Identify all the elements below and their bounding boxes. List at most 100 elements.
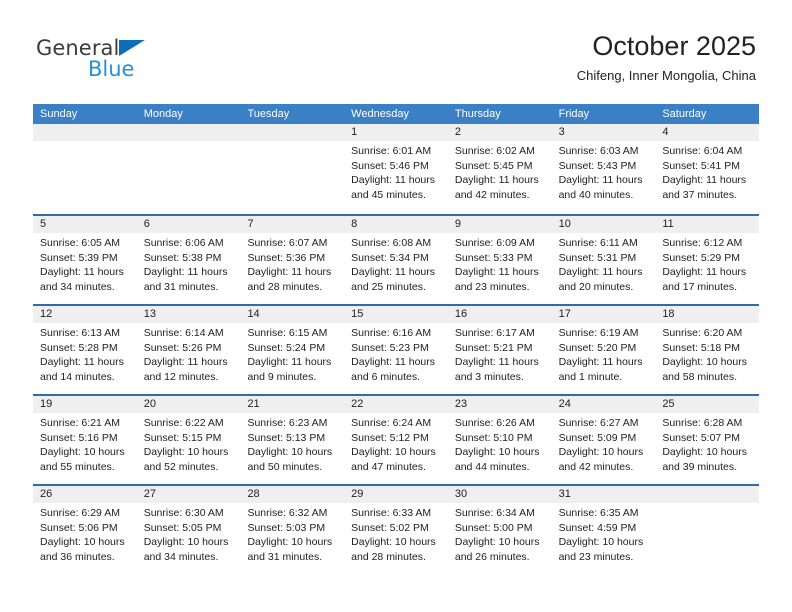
calendar-day-cell[interactable]: 28 Sunrise: 6:32 AM Sunset: 5:03 PM Dayligh… (240, 486, 345, 574)
calendar-day-cell[interactable]: 10 Sunrise: 6:11 AM Sunset: 5:31 PM Dayligh… (551, 216, 656, 304)
calendar-day-cell[interactable]: 6 Sunrise: 6:06 AM Sunset: 5:38 PM Daylight… (136, 216, 241, 304)
calendar-day-cell[interactable]: 21 Sunrise: 6:23 AM Sunset: 5:13 PM Dayligh… (240, 396, 345, 484)
day-detail-line: Daylight: 10 hours (351, 536, 436, 549)
day-detail-line: Sunrise: 6:08 AM (351, 237, 432, 249)
calendar-day-cell[interactable]: 22 Sunrise: 6:24 AM Sunset: 5:12 PM Dayligh… (344, 396, 448, 484)
day-number: 2 (447, 124, 552, 141)
day-detail-line: Sunrise: 6:19 AM (558, 327, 639, 339)
day-detail-line: and 17 minutes. (662, 280, 738, 293)
day-details: Sunrise: 6:23 AM Sunset: 5:13 PM Daylight:… (240, 413, 344, 474)
day-detail-line: Daylight: 11 hours (454, 174, 539, 187)
day-details: Sunrise: 6:34 AM Sunset: 5:00 PM Daylight:… (448, 503, 552, 564)
calendar-day-cell[interactable]: 14 Sunrise: 6:15 AM Sunset: 5:24 PM Dayligh… (240, 306, 345, 394)
calendar-day-cell[interactable]: 7 Sunrise: 6:07 AM Sunset: 5:36 PM Daylight… (240, 216, 345, 304)
day-number: 12 (33, 306, 137, 323)
calendar-day-cell[interactable]: 16 Sunrise: 6:17 AM Sunset: 5:21 PM Dayligh… (447, 306, 552, 394)
weekday-header-row: Sunday Monday Tuesday Wednesday Thursday Frid… (33, 104, 759, 124)
calendar-day-cell[interactable]: 25 Sunrise: 6:28 AM Sunset: 5:07 PM Dayligh… (655, 396, 760, 484)
calendar-day-cell[interactable]: 11 Sunrise: 6:12 AM Sunset: 5:29 PM Dayligh… (655, 216, 760, 304)
calendar-day-cell[interactable]: 29 Sunrise: 6:33 AM Sunset: 5:02 PM Dayligh… (344, 486, 448, 574)
day-details: Sunrise: 6:35 AM Sunset: 4:59 PM Daylight:… (552, 503, 656, 564)
day-number: 18 (655, 306, 760, 323)
calendar-day-cell[interactable]: 18 Sunrise: 6:20 AM Sunset: 5:18 PM Dayligh… (655, 306, 760, 394)
day-detail-line: Daylight: 11 hours (247, 356, 332, 369)
calendar-day-cell[interactable]: 8 Sunrise: 6:08 AM Sunset: 5:34 PM Daylight… (344, 216, 448, 304)
day-detail-line: and 34 minutes. (40, 280, 115, 293)
day-detail-line: and 39 minutes. (662, 460, 738, 473)
day-detail-line: Sunset: 5:33 PM (454, 251, 533, 264)
day-number (33, 124, 137, 141)
calendar-page: General Blue October 2025 Chifeng, Inner… (0, 0, 792, 612)
day-detail-line: Sunrise: 6:11 AM (558, 237, 638, 249)
day-detail-line: Daylight: 10 hours (454, 446, 540, 459)
day-details (137, 141, 241, 144)
day-detail-line: Sunset: 5:10 PM (454, 431, 533, 444)
calendar-day-cell[interactable]: 13 Sunrise: 6:14 AM Sunset: 5:26 PM Dayligh… (136, 306, 241, 394)
calendar-week-row: 1 Sunrise: 6:01 AM Sunset: 5:46 PM Daylight… (33, 124, 760, 214)
day-detail-line: Sunset: 5:03 PM (247, 521, 326, 534)
day-details: Sunrise: 6:16 AM Sunset: 5:23 PM Daylight:… (344, 323, 448, 384)
calendar-day-cell[interactable]: 23 Sunrise: 6:26 AM Sunset: 5:10 PM Dayligh… (447, 396, 552, 484)
calendar-day-cell[interactable]: 5 Sunrise: 6:05 AM Sunset: 5:39 PM Daylight… (33, 216, 137, 304)
calendar-day-cell[interactable]: 31 Sunrise: 6:35 AM Sunset: 4:59 PM Dayligh… (551, 486, 656, 574)
day-detail-line: and 34 minutes. (143, 550, 219, 563)
day-detail-line: Sunrise: 6:15 AM (247, 327, 328, 339)
day-number: 19 (33, 396, 137, 413)
calendar-day-cell[interactable]: 4 Sunrise: 6:04 AM Sunset: 5:41 PM Daylight… (655, 124, 760, 214)
day-detail-line: Sunset: 5:09 PM (558, 431, 637, 444)
day-details: Sunrise: 6:11 AM Sunset: 5:31 PM Daylight:… (552, 233, 656, 294)
day-detail-line: Sunrise: 6:03 AM (558, 145, 639, 157)
day-detail-line: Sunset: 5:46 PM (351, 159, 429, 172)
calendar-day-cell[interactable]: 26 Sunrise: 6:29 AM Sunset: 5:06 PM Dayligh… (33, 486, 137, 574)
calendar-day-cell[interactable]: 20 Sunrise: 6:22 AM Sunset: 5:15 PM Dayligh… (136, 396, 241, 484)
day-number: 28 (240, 486, 345, 503)
day-number: 31 (551, 486, 656, 503)
day-number (240, 124, 345, 141)
calendar-day-cell[interactable]: 17 Sunrise: 6:19 AM Sunset: 5:20 PM Dayligh… (551, 306, 656, 394)
day-number: 14 (240, 306, 345, 323)
day-number: 26 (33, 486, 137, 503)
day-detail-line: Daylight: 11 hours (454, 266, 539, 279)
calendar-day-cell-empty (33, 124, 137, 214)
calendar-day-cell[interactable]: 2 Sunrise: 6:02 AM Sunset: 5:45 PM Daylight… (447, 124, 552, 214)
calendar-day-cell[interactable]: 15 Sunrise: 6:16 AM Sunset: 5:23 PM Dayligh… (344, 306, 448, 394)
day-detail-line: Sunset: 5:39 PM (40, 251, 118, 264)
day-detail-line: Daylight: 10 hours (662, 356, 747, 369)
day-detail-line: Daylight: 10 hours (143, 536, 229, 549)
calendar-day-cell[interactable]: 9 Sunrise: 6:09 AM Sunset: 5:33 PM Daylight… (447, 216, 552, 304)
day-number (655, 486, 760, 503)
day-details: Sunrise: 6:20 AM Sunset: 5:18 PM Daylight:… (655, 323, 759, 384)
calendar-grid: Sunday Monday Tuesday Wednesday Thursday Frid… (33, 104, 760, 574)
day-details: Sunrise: 6:19 AM Sunset: 5:20 PM Daylight:… (552, 323, 656, 384)
calendar-week-row: 26 Sunrise: 6:29 AM Sunset: 5:06 PM Dayligh… (33, 484, 760, 574)
day-detail-line: Sunset: 5:13 PM (247, 431, 326, 444)
day-detail-line: and 40 minutes. (558, 188, 634, 201)
day-details: Sunrise: 6:32 AM Sunset: 5:03 PM Daylight:… (240, 503, 344, 564)
day-detail-line: Daylight: 11 hours (143, 356, 228, 369)
location-subtitle: Chifeng, Inner Mongolia, China (576, 68, 756, 83)
calendar-day-cell-empty (655, 486, 760, 574)
weekday-header-friday: Friday (558, 108, 590, 120)
day-details: Sunrise: 6:27 AM Sunset: 5:09 PM Daylight:… (552, 413, 656, 474)
day-detail-line: and 26 minutes. (454, 550, 530, 563)
weekday-header-sunday: Sunday (40, 108, 78, 120)
calendar-weeks: 1 Sunrise: 6:01 AM Sunset: 5:46 PM Daylight… (33, 124, 760, 574)
calendar-day-cell[interactable]: 24 Sunrise: 6:27 AM Sunset: 5:09 PM Dayligh… (551, 396, 656, 484)
calendar-day-cell[interactable]: 27 Sunrise: 6:30 AM Sunset: 5:05 PM Dayligh… (136, 486, 241, 574)
day-detail-line: Daylight: 11 hours (558, 266, 643, 279)
day-detail-line: and 20 minutes. (558, 280, 634, 293)
day-detail-line: and 23 minutes. (454, 280, 530, 293)
calendar-day-cell[interactable]: 3 Sunrise: 6:03 AM Sunset: 5:43 PM Daylight… (551, 124, 656, 214)
day-detail-line: Sunrise: 6:05 AM (40, 237, 120, 249)
day-number: 23 (447, 396, 552, 413)
day-number: 21 (240, 396, 345, 413)
day-detail-line: Daylight: 11 hours (40, 356, 124, 369)
day-number: 10 (551, 216, 656, 233)
day-detail-line: and 25 minutes. (351, 280, 426, 293)
calendar-day-cell[interactable]: 19 Sunrise: 6:21 AM Sunset: 5:16 PM Dayligh… (33, 396, 137, 484)
calendar-day-cell[interactable]: 30 Sunrise: 6:34 AM Sunset: 5:00 PM Dayligh… (447, 486, 552, 574)
calendar-day-cell[interactable]: 12 Sunrise: 6:13 AM Sunset: 5:28 PM Dayligh… (33, 306, 137, 394)
day-details (240, 141, 344, 144)
calendar-day-cell[interactable]: 1 Sunrise: 6:01 AM Sunset: 5:46 PM Daylight… (344, 124, 448, 214)
day-number: 13 (136, 306, 241, 323)
